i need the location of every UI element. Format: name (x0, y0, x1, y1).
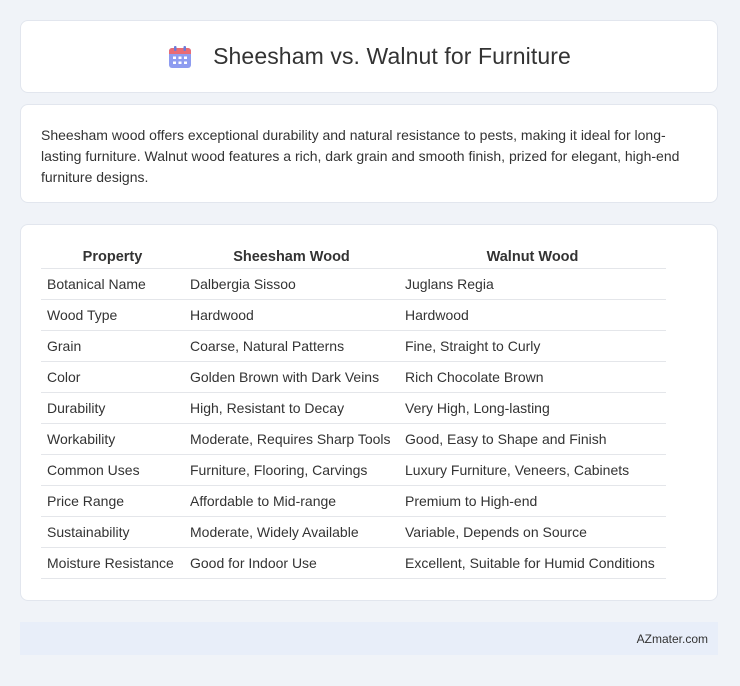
column-header-walnut: Walnut Wood (399, 245, 666, 269)
table-row: Grain Coarse, Natural Patterns Fine, Str… (41, 330, 666, 362)
table-row: Wood Type Hardwood Hardwood (41, 299, 666, 331)
sheesham-cell: Dalbergia Sissoo (184, 268, 399, 300)
walnut-cell: Variable, Depends on Source (399, 516, 666, 548)
title-card: Sheesham vs. Walnut for Furniture (20, 20, 718, 93)
sheesham-cell: Golden Brown with Dark Veins (184, 361, 399, 393)
walnut-cell: Fine, Straight to Curly (399, 330, 666, 362)
property-cell: Durability (41, 392, 184, 424)
walnut-cell: Luxury Furniture, Veneers, Cabinets (399, 454, 666, 486)
table-row: Color Golden Brown with Dark Veins Rich … (41, 361, 666, 393)
sheesham-cell: Hardwood (184, 299, 399, 331)
property-cell: Workability (41, 423, 184, 455)
property-cell: Common Uses (41, 454, 184, 486)
table-row: Botanical Name Dalbergia Sissoo Juglans … (41, 268, 666, 300)
table-row: Moisture Resistance Good for Indoor Use … (41, 547, 666, 579)
walnut-cell: Juglans Regia (399, 268, 666, 300)
column-header-sheesham: Sheesham Wood (184, 245, 399, 269)
table-row: Price Range Affordable to Mid-range Prem… (41, 485, 666, 517)
table-header-row: Property Sheesham Wood Walnut Wood (41, 245, 666, 269)
sheesham-cell: Moderate, Widely Available (184, 516, 399, 548)
sheesham-cell: Coarse, Natural Patterns (184, 330, 399, 362)
footer-site-name: AZmater.com (636, 631, 708, 646)
sheesham-cell: Furniture, Flooring, Carvings (184, 454, 399, 486)
table-row: Workability Moderate, Requires Sharp Too… (41, 423, 666, 455)
comparison-card: Property Sheesham Wood Walnut Wood Botan… (20, 224, 718, 601)
walnut-cell: Hardwood (399, 299, 666, 331)
calendar-icon (167, 44, 193, 70)
comparison-table: Property Sheesham Wood Walnut Wood Botan… (41, 245, 666, 579)
table-row: Durability High, Resistant to Decay Very… (41, 392, 666, 424)
page-title: Sheesham vs. Walnut for Furniture (213, 43, 571, 69)
property-cell: Moisture Resistance (41, 547, 184, 579)
walnut-cell: Very High, Long-lasting (399, 392, 666, 424)
property-cell: Price Range (41, 485, 184, 517)
column-header-property: Property (41, 245, 184, 269)
intro-card: Sheesham wood offers exceptional durabil… (20, 104, 718, 203)
walnut-cell: Good, Easy to Shape and Finish (399, 423, 666, 455)
property-cell: Botanical Name (41, 268, 184, 300)
sheesham-cell: Affordable to Mid-range (184, 485, 399, 517)
intro-paragraph: Sheesham wood offers exceptional durabil… (41, 127, 680, 185)
sheesham-cell: Moderate, Requires Sharp Tools (184, 423, 399, 455)
footer-bar: AZmater.com (20, 622, 718, 655)
property-cell: Grain (41, 330, 184, 362)
property-cell: Color (41, 361, 184, 393)
table-row: Sustainability Moderate, Widely Availabl… (41, 516, 666, 548)
table-row: Common Uses Furniture, Flooring, Carving… (41, 454, 666, 486)
property-cell: Sustainability (41, 516, 184, 548)
sheesham-cell: Good for Indoor Use (184, 547, 399, 579)
walnut-cell: Premium to High-end (399, 485, 666, 517)
property-cell: Wood Type (41, 299, 184, 331)
walnut-cell: Rich Chocolate Brown (399, 361, 666, 393)
walnut-cell: Excellent, Suitable for Humid Conditions (399, 547, 666, 579)
sheesham-cell: High, Resistant to Decay (184, 392, 399, 424)
